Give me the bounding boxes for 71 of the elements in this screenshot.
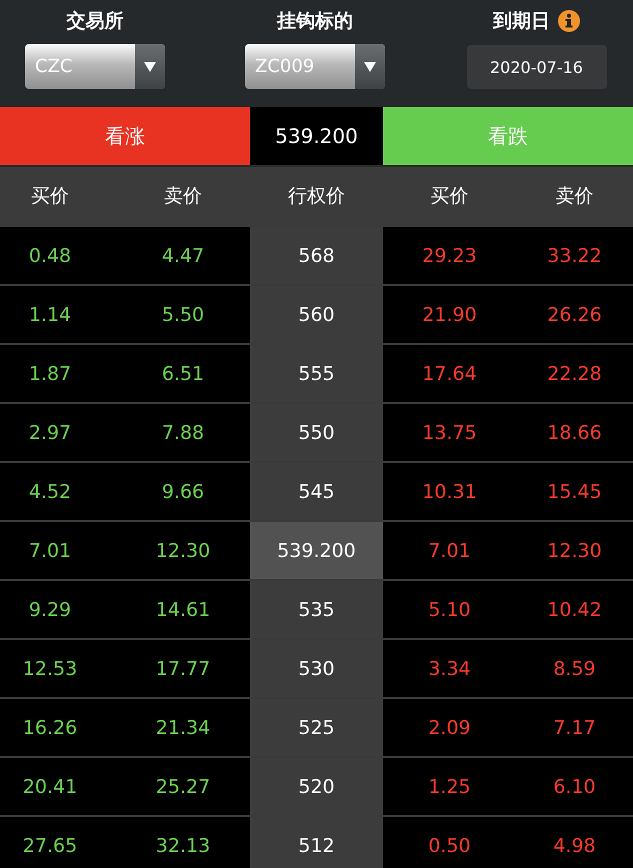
table-cell-text: 6.51 <box>160 362 206 386</box>
filter-label: 挂钩标的 <box>277 9 353 34</box>
table-cell-text: 7.01 <box>28 538 72 564</box>
table-cell-text: 17.77 <box>154 656 212 682</box>
strike-cell: 545 <box>250 463 383 520</box>
table-cell-text: 4.52 <box>28 480 72 504</box>
call-header: 看涨 <box>0 107 250 165</box>
table-cell-text: 1.14 <box>28 302 72 328</box>
table-cell-text: 14.61 <box>154 598 212 622</box>
dropdown[interactable]: CZC <box>25 44 165 89</box>
table-cell-text: 3.34 <box>427 656 472 682</box>
strike-cell: 512 <box>250 817 383 868</box>
table-cell-text: 32.13 <box>154 834 212 858</box>
table-cell-text: 4.47 <box>160 244 206 268</box>
table-cell-text: 9.66 <box>160 480 206 504</box>
dropdown[interactable]: ZC009 <box>245 44 385 89</box>
date-field[interactable]: 2020-07-16 <box>466 45 606 89</box>
table-cell-text: 18.66 <box>546 420 603 446</box>
table-cell-text: 5.10 <box>427 598 472 622</box>
caret-icon <box>364 62 376 72</box>
table-cell-text: 8.59 <box>552 656 597 682</box>
table-cell-text: 1.25 <box>427 774 472 800</box>
filter-label: 交易所 <box>66 9 124 34</box>
table-cell-text: 15.45 <box>546 480 603 504</box>
table-cell-text: 0.50 <box>427 834 472 858</box>
column-header: 卖价 <box>554 184 594 209</box>
column-header: 买价 <box>430 184 470 209</box>
table-cell-text: 21.34 <box>154 716 212 740</box>
table-cell-text: 27.65 <box>22 834 78 858</box>
strike-cell: 555 <box>250 345 383 402</box>
strike-cell: 550 <box>250 404 383 461</box>
table-cell-text: 4.98 <box>552 834 597 858</box>
column-header: 行权价 <box>287 184 346 209</box>
caret-icon <box>144 62 156 72</box>
table-cell-text: 7.17 <box>552 716 597 740</box>
table-cell-text: 12.30 <box>546 538 603 564</box>
column-header: 买价 <box>30 184 70 209</box>
table-cell-text: 7.01 <box>427 538 472 564</box>
table-cell-text: 22.28 <box>546 362 603 386</box>
strike-cell: 530 <box>250 640 383 697</box>
table-cell-text: 10.31 <box>421 480 478 504</box>
strike-cell: 539.200 <box>250 522 383 579</box>
table-cell-text: 0.48 <box>28 244 72 268</box>
table-cell-text: 26.26 <box>546 302 603 328</box>
table-cell-text: 7.88 <box>160 420 206 446</box>
table-cell-text: 6.10 <box>552 774 597 800</box>
table-cell-text: 21.90 <box>421 302 478 328</box>
strike-cell: 535 <box>250 581 383 638</box>
strike-cell: 520 <box>250 758 383 815</box>
filter-label: 到期日 <box>493 9 550 34</box>
column-header: 卖价 <box>163 184 203 209</box>
table-cell-text: 9.29 <box>28 598 72 622</box>
table-cell-text: 5.50 <box>160 302 206 328</box>
table-cell-text: 16.26 <box>22 716 78 740</box>
table-cell-text: 20.41 <box>22 774 78 800</box>
strike-cell: 525 <box>250 699 383 756</box>
strike-cell: 560 <box>250 286 383 343</box>
strike-cell: 568 <box>250 227 383 284</box>
table-cell-text: 25.27 <box>154 774 212 800</box>
info-icon[interactable] <box>558 10 580 32</box>
table-cell-text: 13.75 <box>421 420 478 446</box>
table-cell-text: 2.09 <box>427 716 472 740</box>
table-cell-text: 33.22 <box>546 244 603 268</box>
table-cell-text: 12.30 <box>154 538 212 564</box>
table-cell-text: 2.97 <box>28 420 72 446</box>
table-cell-text: 1.87 <box>28 362 72 386</box>
table-cell-text: 12.53 <box>22 656 78 682</box>
table-cell-text: 29.23 <box>421 244 478 268</box>
put-header: 看跌 <box>383 107 633 165</box>
table-cell-text: 17.64 <box>421 362 478 386</box>
table-cell-text: 10.42 <box>546 598 603 622</box>
